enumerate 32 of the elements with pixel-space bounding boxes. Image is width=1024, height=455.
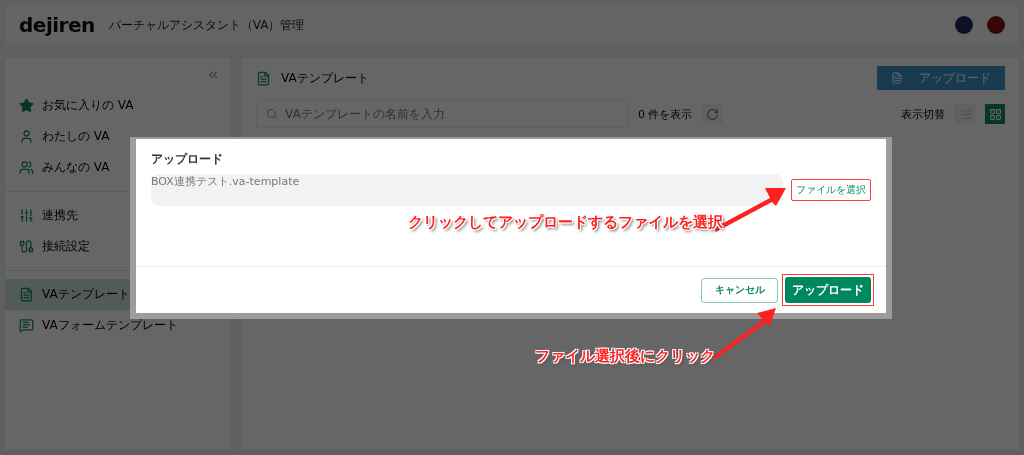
choose-file-button[interactable]: ファイルを選択: [791, 179, 871, 201]
file-name-field[interactable]: BOX連携テスト.va-template: [151, 174, 783, 206]
view-toggle-label: 表示切替: [901, 106, 945, 122]
cancel-button[interactable]: キャンセル: [701, 277, 778, 303]
person-icon: [19, 129, 34, 144]
page-title: VAテンプレート: [281, 69, 369, 87]
sliders-icon: [19, 208, 34, 223]
list-view-icon[interactable]: [955, 104, 975, 124]
avatar-icon[interactable]: [955, 16, 973, 34]
cable-icon: [19, 239, 34, 254]
sidebar-item[interactable]: 接続設定: [5, 231, 230, 262]
people-icon: [19, 160, 34, 175]
form-icon: [19, 318, 34, 333]
template-icon: [891, 72, 903, 84]
submit-button[interactable]: アップロード: [785, 277, 871, 303]
grid-view-icon[interactable]: [985, 104, 1005, 124]
sidebar-item[interactable]: わたしの VA: [5, 121, 230, 152]
result-count: 0 件を表示: [638, 106, 693, 122]
dialog-title: アップロード: [151, 151, 224, 168]
star-icon: [19, 98, 34, 113]
search-icon: [266, 108, 278, 120]
template-icon: [19, 287, 34, 302]
app-logo: dejiren: [19, 13, 95, 37]
template-icon: [256, 70, 271, 86]
sidebar-item[interactable]: VAフォームテンプレート: [5, 310, 230, 341]
collapse-icon[interactable]: [206, 68, 220, 82]
annotation-label: ファイル選択後にクリック: [535, 347, 715, 366]
annotation-label: クリックしてアップロードするファイルを選択: [408, 213, 723, 232]
avatar-icon[interactable]: [987, 16, 1005, 34]
refresh-icon[interactable]: [702, 104, 723, 124]
app-title: バーチャルアシスタント（VA）管理: [108, 16, 305, 34]
sidebar-item[interactable]: お気に入りの VA: [5, 90, 230, 121]
